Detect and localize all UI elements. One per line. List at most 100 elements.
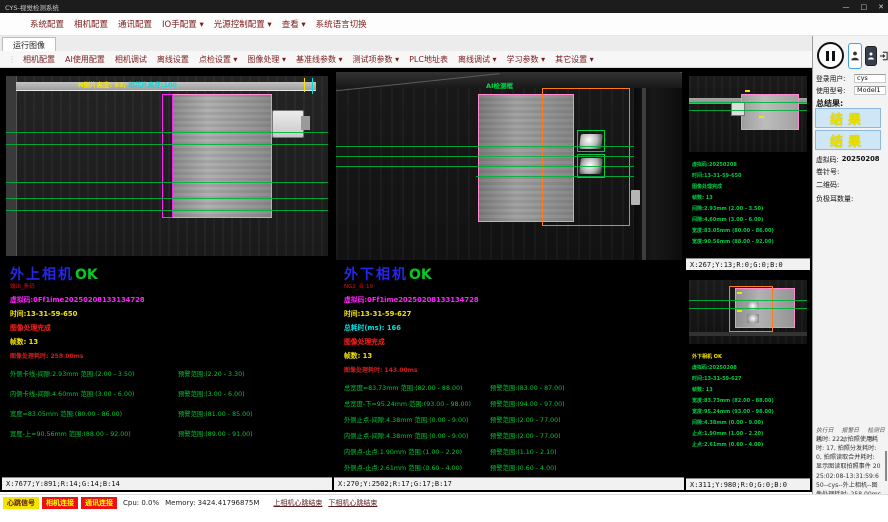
- mini-result-line: 宽度:83.05mm (80.00 - 86.00): [692, 226, 774, 237]
- mini-top-coordinate-strip: X:267;Y:13;R:0;G:0;B:0: [686, 258, 810, 270]
- yellow-marker-line: [304, 78, 305, 92]
- result-box-2: 结果: [815, 130, 881, 150]
- warning-range-text: 预警范围:(2.00 - 77.00): [490, 431, 561, 440]
- model-value[interactable]: Model1: [854, 86, 886, 95]
- left-time-line: 时间:13-31-59-650: [10, 308, 328, 318]
- center-time-line: 时间:13-31-59-627: [344, 308, 680, 318]
- fixture-highlight: [642, 88, 646, 260]
- menu-item[interactable]: IO手配置 ▾: [162, 18, 204, 30]
- measurement-row: 宽度=83.05mm 范围:(80.00 - 86.00) 预警范围:(81.0…: [10, 409, 328, 418]
- measurement-text: 总宽度=83.73mm 范围:(82.00 - 88.00): [344, 383, 490, 392]
- measurement-row: 外侧止点-间隙:4.38mm 范围:(0.00 - 9.00) 预警范围:(2.…: [344, 415, 680, 424]
- center-coordinate-strip: X:270;Y:2502;R:17;G:17;B:17: [334, 477, 684, 490]
- upper-camera-heartbeat-link[interactable]: 上相机心跳结束: [273, 498, 322, 508]
- toolbar-item[interactable]: 点检设置 ▾: [194, 54, 243, 65]
- close-button[interactable]: ✕: [878, 3, 884, 11]
- measurement-text: 内侧止点-间隙:4.38mm 范围:(0.00 - 9.00): [344, 431, 490, 440]
- login-user-button[interactable]: [848, 43, 862, 69]
- warning-range-text: 预警范围:(0.60 - 4.00): [490, 463, 557, 472]
- model-label: 使用型号:: [816, 85, 845, 95]
- user-icon: [850, 50, 860, 62]
- toolbar-item[interactable]: 相机配置: [18, 54, 60, 65]
- center-result-panel: 外下相机OK NG2_合:19 虚拟码:0Ff1ime2025020813313…: [344, 264, 680, 479]
- sidebar-scrollbar[interactable]: [885, 451, 887, 481]
- toolbar-item[interactable]: 离线调试 ▾: [453, 54, 502, 65]
- rail-edge: [16, 90, 316, 91]
- toolbar-item[interactable]: 图像处理 ▾: [242, 54, 291, 65]
- center-camera-image[interactable]: AI检测框: [336, 72, 682, 260]
- mini-result-line: 间隙:2.93mm (2.00 - 3.50): [692, 204, 774, 215]
- menu-item[interactable]: 通讯配置: [118, 18, 152, 30]
- toolbar-item[interactable]: PLC地址表: [404, 54, 453, 65]
- toolbar-item[interactable]: 学习参数 ▾: [502, 54, 551, 65]
- main-area: N侧片高度: 93; 相芯片高度:100 外上相机OK 输出_条码 虚拟码:0F…: [0, 68, 812, 492]
- core-height-overlay-label: 相芯片高度:100: [128, 81, 177, 89]
- inspected-part: [172, 94, 272, 218]
- left-done-line: 图像处理完成: [10, 322, 328, 332]
- left-camera-image[interactable]: N侧片高度: 93; 相芯片高度:100: [6, 76, 328, 256]
- mini-result-line: 外下相机 OK: [692, 352, 774, 363]
- operator-button[interactable]: [865, 46, 877, 66]
- measurement-text: 外侧卡线-间隙:2.93mm 范围:(2.00 - 3.50): [10, 369, 178, 378]
- center-elapsed-line: 图像处理耗时: 143.00ms: [344, 365, 680, 374]
- mini-top-connector: [731, 102, 745, 116]
- tab-count-label: 负极耳数量:: [816, 194, 853, 204]
- exit-door-icon: [879, 49, 888, 63]
- lower-camera-heartbeat-link[interactable]: 下相机心跳结束: [328, 498, 377, 508]
- status-badge: 通讯连接: [81, 497, 117, 509]
- warning-range-text: 预警范围:(81.00 - 85.00): [178, 409, 253, 418]
- mini-top-tick-1: [745, 90, 750, 92]
- left-coordinate-strip: X:7677;Y:891;R:14;G:14;B:14: [2, 477, 332, 490]
- pause-button[interactable]: [817, 42, 844, 69]
- toolbar-item[interactable]: 相机调试: [110, 54, 152, 65]
- log-text: 耗时: 222, 拍照使用耗时: 17, 拍照分发耗时: 0, 拍照读取合并耗时…: [816, 435, 882, 499]
- measurement-text: 外侧点-止点:2.61mm 范围:(0.60 - 4.00): [344, 463, 490, 472]
- left-ok-status: OK: [75, 267, 98, 283]
- measurement-row: 内侧点-止点:1.90mm 范围:(1.00 - 2.20) 预警范围:(1.1…: [344, 447, 680, 456]
- exit-button[interactable]: [879, 44, 888, 68]
- maximize-button[interactable]: □: [861, 3, 868, 11]
- login-user-value[interactable]: cys: [854, 74, 886, 83]
- result-box-1: 结果: [815, 108, 881, 128]
- mini-bottom-image[interactable]: [689, 280, 807, 344]
- cyan-marker-line: [312, 78, 313, 94]
- measurement-text: 总宽度-下=95.24mm 范围:(93.00 - 98.00): [344, 399, 490, 408]
- mini-result-line: 虚拟码:20250208: [692, 160, 774, 171]
- mini-result-line: 图像处理完成: [692, 182, 774, 193]
- mini-result-line: 宽度:83.73mm (82.00 - 88.00): [692, 396, 774, 407]
- measurement-text: 外侧止点-间隙:4.38mm 范围:(0.00 - 9.00): [344, 415, 490, 424]
- warning-range-text: 预警范围:(83.00 - 87.00): [490, 383, 565, 392]
- mini-result-line: 间隙:4.38mm (0.00 - 9.00): [692, 418, 774, 429]
- measurement-row: 外侧点-止点:2.61mm 范围:(0.60 - 4.00) 预警范围:(0.6…: [344, 463, 680, 472]
- measurement-text: 宽度=83.05mm 范围:(80.00 - 86.00): [10, 409, 178, 418]
- tab-run-image[interactable]: 运行图像: [2, 37, 56, 52]
- toolbar-item[interactable]: AI使用配置: [60, 54, 110, 65]
- connector-tab: [272, 110, 304, 138]
- toolbar-item[interactable]: 离线设置: [152, 54, 194, 65]
- height-overlay-label: N侧片高度: 93;: [78, 81, 126, 89]
- mini-result-line: 时间:13-31-59-650: [692, 171, 774, 182]
- menu-item[interactable]: 相机配置: [74, 18, 108, 30]
- mini-bottom-tick-1: [737, 292, 742, 294]
- menu-item[interactable]: 系统配置: [30, 18, 64, 30]
- image-edge-strip: [6, 76, 17, 256]
- minimize-button[interactable]: —: [843, 3, 850, 11]
- login-user-label: 登录用户:: [816, 73, 845, 83]
- memory-usage: Memory: 3424.41796875M: [165, 499, 259, 507]
- mini-top-image[interactable]: [689, 76, 807, 152]
- menu-item[interactable]: 系统语言切换: [316, 18, 367, 30]
- warning-range-text: 预警范围:(1.10 - 2.10): [490, 447, 557, 456]
- connector-tip: [301, 116, 310, 130]
- operator-icon: [867, 51, 875, 61]
- menu-item[interactable]: 查看 ▾: [282, 18, 306, 30]
- center-cycle-line: 总耗时(ms): 166: [344, 322, 680, 332]
- app-window: CYS-视觉检测系统 — □ ✕ 系统配置 相机配置 通讯配置 IO手配置 ▾ …: [0, 0, 888, 522]
- toolbar-item[interactable]: 其它设置 ▾: [550, 54, 599, 65]
- mini-result-line: 宽度:95.24mm (93.00 - 98.00): [692, 407, 774, 418]
- toolbar-item[interactable]: 基准线参数 ▾: [291, 54, 348, 65]
- menu-item[interactable]: 光源控制配置 ▾: [214, 18, 272, 30]
- mini-result-line: 止点:1.90mm (1.00 - 2.20): [692, 429, 774, 440]
- toolbar-item[interactable]: 测试项参数 ▾: [348, 54, 405, 65]
- warning-range-text: 预警范围:(2.20 - 3.30): [178, 369, 245, 378]
- measurement-text: 宽度-上=90.56mm 范围:(88.00 - 92.00): [10, 429, 178, 438]
